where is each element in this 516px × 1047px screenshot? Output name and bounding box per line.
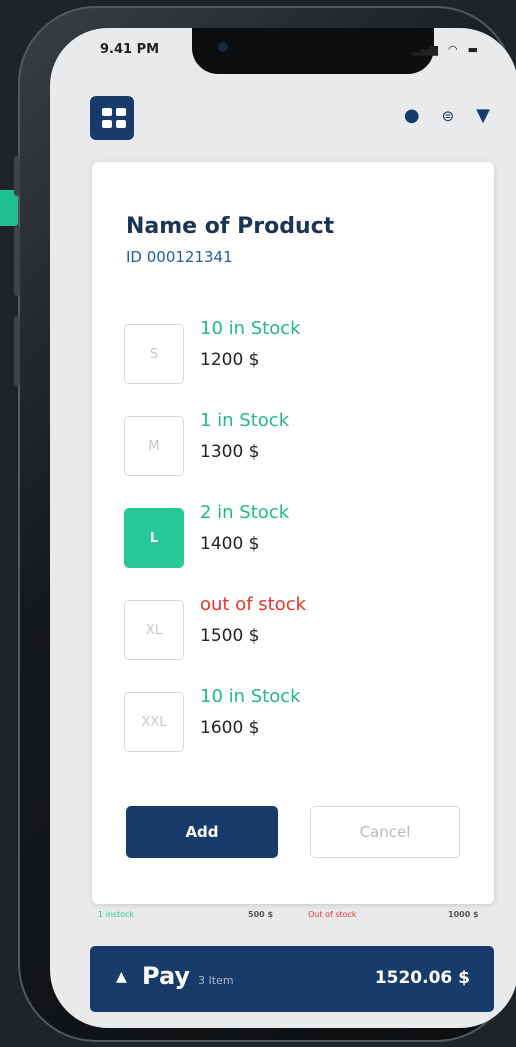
size-option-l[interactable]: L 2 in Stock 1400 $ bbox=[124, 502, 424, 572]
size-option-s[interactable]: S 10 in Stock 1200 $ bbox=[124, 318, 424, 388]
background-stock: 1 instock bbox=[98, 910, 135, 919]
size-option-xl[interactable]: XL out of stock 1500 $ bbox=[124, 594, 424, 664]
product-id: ID 000121341 bbox=[126, 248, 233, 266]
phone-frame: 9.41 PM ▂▄▆ ◠ ▬ ● ⊜ ▼ Name of Product ID… bbox=[14, 6, 516, 1042]
size-price: 1400 $ bbox=[200, 534, 260, 554]
status-time: 9.41 PM bbox=[100, 42, 160, 57]
stock-status: 1 in Stock bbox=[200, 410, 290, 431]
stock-status: 2 in Stock bbox=[200, 502, 290, 523]
background-stock-out: Out of stock bbox=[308, 910, 357, 919]
pay-total: 1520.06 $ bbox=[374, 968, 470, 988]
pay-item-count: 3 Item bbox=[198, 974, 234, 987]
signal-icon: ▂▄▆ bbox=[412, 43, 438, 56]
size-price: 1500 $ bbox=[200, 626, 260, 646]
add-button[interactable]: Add bbox=[126, 806, 278, 858]
background-list-row: 1 instock 500 $ Out of stock 1000 $ bbox=[98, 908, 488, 924]
battery-icon: ▬ bbox=[467, 43, 478, 56]
stock-status: 10 in Stock bbox=[200, 686, 301, 707]
size-box-selected[interactable]: L bbox=[124, 508, 184, 568]
background-price: 1000 $ bbox=[448, 910, 479, 919]
size-box[interactable]: M bbox=[124, 416, 184, 476]
status-icons: ▂▄▆ ◠ ▬ bbox=[413, 43, 478, 56]
filter-icon[interactable]: ▼ bbox=[476, 106, 490, 126]
size-price: 1600 $ bbox=[200, 718, 260, 738]
size-picker-dialog: Name of Product ID 000121341 S 10 in Sto… bbox=[92, 162, 494, 904]
stock-status: 10 in Stock bbox=[200, 318, 301, 339]
size-box[interactable]: S bbox=[124, 324, 184, 384]
camera bbox=[218, 42, 228, 52]
wifi-icon: ◠ bbox=[447, 43, 458, 56]
phone-volume-up bbox=[14, 226, 20, 296]
expand-up-icon[interactable]: ▲ bbox=[116, 969, 127, 985]
search-icon[interactable]: ● bbox=[404, 106, 420, 126]
product-name: Name of Product bbox=[126, 214, 335, 239]
stock-status: out of stock bbox=[200, 594, 307, 615]
notch bbox=[192, 28, 434, 74]
phone-screen: 9.41 PM ▂▄▆ ◠ ▬ ● ⊜ ▼ Name of Product ID… bbox=[50, 28, 516, 1028]
size-box[interactable]: XXL bbox=[124, 692, 184, 752]
size-box[interactable]: XL bbox=[124, 600, 184, 660]
phone-side-button bbox=[14, 156, 20, 196]
pay-label: Pay bbox=[142, 962, 191, 990]
pay-bar[interactable]: ▲ Pay 3 Item 1520.06 $ bbox=[90, 946, 494, 1012]
size-option-xxl[interactable]: XXL 10 in Stock 1600 $ bbox=[124, 686, 424, 756]
scan-icon[interactable]: ⊜ bbox=[442, 106, 455, 126]
size-option-m[interactable]: M 1 in Stock 1300 $ bbox=[124, 410, 424, 480]
header-icons: ● ⊜ ▼ bbox=[404, 106, 490, 126]
background-price: 500 $ bbox=[248, 910, 274, 919]
size-price: 1200 $ bbox=[200, 350, 260, 370]
grid-icon[interactable] bbox=[90, 96, 134, 140]
phone-volume-down bbox=[14, 316, 20, 386]
size-price: 1300 $ bbox=[200, 442, 260, 462]
cancel-button[interactable]: Cancel bbox=[310, 806, 460, 858]
